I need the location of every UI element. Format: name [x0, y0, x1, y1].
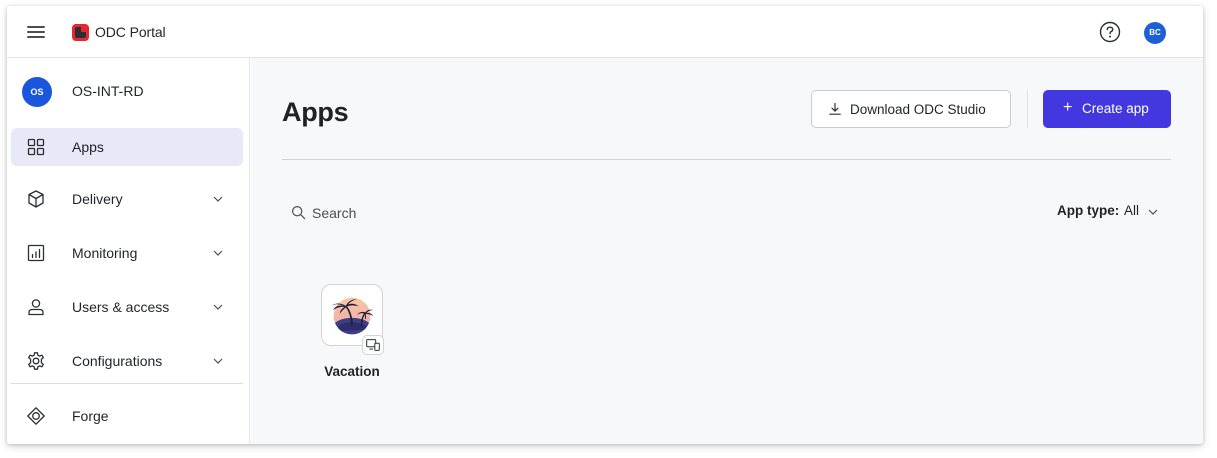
plus-icon: +: [1063, 99, 1073, 116]
main-content: Apps Download ODC Studio + Create app Se…: [251, 58, 1203, 444]
sidebar-item-monitoring[interactable]: Monitoring: [11, 234, 243, 272]
app-window: ODC Portal BC OS OS-INT-RD Apps Delivery…: [7, 6, 1203, 444]
page-title: Apps: [282, 97, 349, 127]
search-placeholder: Search: [312, 205, 357, 221]
sidebar-divider: [11, 383, 243, 384]
app-card-vacation[interactable]: Vacation: [311, 284, 393, 384]
app-type-value: All: [1124, 203, 1140, 218]
app-name: Vacation: [324, 364, 380, 379]
sidebar-item-configurations[interactable]: Configurations: [11, 342, 243, 380]
sidebar-item-label: Users & access: [72, 299, 170, 315]
search-input[interactable]: Search: [291, 202, 591, 224]
sidebar-item-forge[interactable]: Forge: [11, 397, 243, 435]
create-app-button[interactable]: + Create app: [1043, 90, 1171, 128]
multi-device-icon: [362, 335, 384, 355]
cube-icon: [28, 190, 44, 208]
download-button-label: Download ODC Studio: [850, 102, 986, 117]
sidebar-item-label: Configurations: [72, 353, 163, 369]
app-type-filter[interactable]: App type: All: [1057, 203, 1171, 223]
chart-icon: [27, 244, 45, 262]
download-odc-studio-button[interactable]: Download ODC Studio: [811, 90, 1011, 128]
sidebar: OS OS-INT-RD Apps Delivery Monitoring Us…: [7, 58, 250, 444]
sidebar-item-label: Delivery: [72, 191, 123, 207]
brand-name: ODC Portal: [95, 24, 166, 40]
sidebar-item-delivery[interactable]: Delivery: [11, 180, 243, 218]
chevron-down-icon: [1148, 209, 1158, 215]
search-icon: [291, 205, 306, 220]
org-name: OS-INT-RD: [72, 83, 144, 99]
user-icon: [28, 299, 44, 316]
odc-logo-icon: [72, 24, 89, 41]
org-switcher[interactable]: OS OS-INT-RD: [7, 58, 250, 126]
toolbar-separator: [1027, 90, 1028, 128]
download-icon: [829, 102, 841, 115]
chevron-down-icon: [213, 358, 223, 364]
sidebar-item-label: Apps: [72, 139, 104, 155]
sidebar-item-label: Monitoring: [72, 245, 138, 261]
question-circle-icon[interactable]: [1099, 21, 1121, 43]
sidebar-item-users-access[interactable]: Users & access: [11, 288, 243, 326]
chevron-down-icon: [213, 196, 223, 202]
app-type-label: App type:: [1057, 203, 1120, 218]
chevron-down-icon: [213, 304, 223, 310]
top-bar: ODC Portal BC: [7, 6, 1203, 58]
org-avatar: OS: [22, 77, 52, 107]
gear-icon: [28, 352, 44, 370]
grid-icon: [27, 138, 45, 156]
create-button-label: Create app: [1082, 101, 1149, 116]
sidebar-item-label: Forge: [72, 408, 109, 424]
hamburger-icon[interactable]: [27, 24, 47, 40]
sidebar-item-apps[interactable]: Apps: [11, 128, 243, 166]
chevron-down-icon: [213, 250, 223, 256]
user-avatar[interactable]: BC: [1144, 22, 1166, 44]
header-divider: [282, 159, 1171, 160]
forge-icon: [27, 407, 45, 425]
